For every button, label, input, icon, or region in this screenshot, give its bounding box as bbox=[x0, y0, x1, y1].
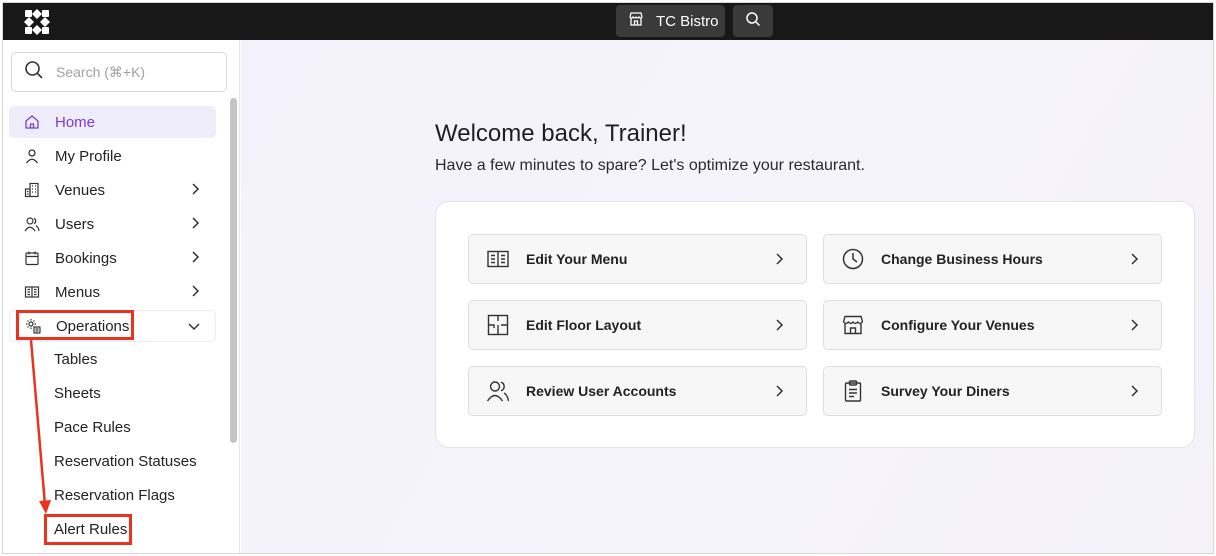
annotation-arrow bbox=[29, 339, 51, 514]
app-window: TC Bistro Search (⌘+K) Home My Profile V… bbox=[2, 2, 1214, 554]
